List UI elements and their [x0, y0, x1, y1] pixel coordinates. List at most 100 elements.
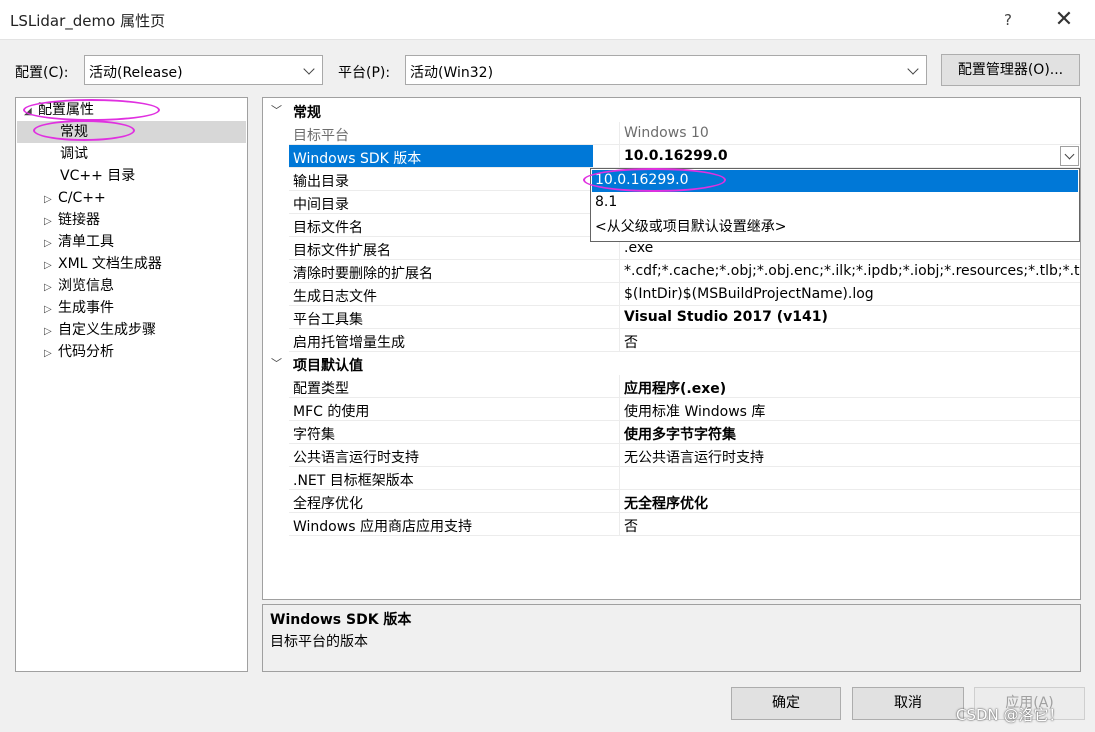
tree-item-config-properties[interactable]: ◢ 配置属性 [24, 99, 94, 121]
property-name: 生成日志文件 [293, 289, 377, 305]
property-name: 字符集 [293, 427, 335, 443]
property-value: Windows 10 [619, 122, 1080, 144]
expand-triangle-icon[interactable]: ▷ [44, 211, 58, 233]
expand-triangle-icon[interactable]: ▷ [44, 233, 58, 255]
property-name: 全程序优化 [293, 496, 363, 512]
title-bar: LSLidar_demo 属性页 ? ✕ [0, 0, 1095, 40]
category-label: 项目默认值 [293, 358, 363, 374]
property-value: 否 [619, 513, 1080, 535]
property-row[interactable]: 公共语言运行时支持 无公共语言运行时支持 [289, 444, 1080, 467]
expand-triangle-icon[interactable]: ▷ [44, 255, 58, 277]
property-value[interactable]: 10.0.16299.0 [619, 145, 1080, 167]
property-row-selected[interactable]: Windows SDK 版本 10.0.16299.0 [289, 145, 1080, 168]
chevron-down-icon[interactable]: ﹀ [271, 102, 282, 118]
tree-item-label: 清单工具 [58, 234, 114, 250]
property-row[interactable]: 启用托管增量生成 否 [289, 329, 1080, 352]
property-row[interactable]: 配置类型 应用程序(.exe) [289, 375, 1080, 398]
property-value: 无公共语言运行时支持 [619, 444, 1080, 466]
property-row[interactable]: .NET 目标框架版本 [289, 467, 1080, 490]
property-value: 使用多字节字符集 [619, 421, 1080, 443]
tree-item-label: XML 文档生成器 [58, 256, 162, 272]
property-name: 启用托管增量生成 [293, 335, 405, 351]
expand-triangle-icon[interactable]: ▷ [44, 343, 58, 365]
help-button[interactable]: ? [996, 8, 1020, 32]
property-row[interactable]: 目标平台 Windows 10 [289, 122, 1080, 145]
expand-triangle-icon[interactable]: ▷ [44, 321, 58, 343]
property-name: Windows SDK 版本 [293, 151, 422, 167]
collapse-triangle-icon[interactable]: ◢ [24, 101, 38, 123]
property-name: MFC 的使用 [293, 404, 370, 420]
expand-triangle-icon[interactable]: ▷ [44, 189, 58, 211]
config-manager-button[interactable]: 配置管理器(O)... [941, 54, 1080, 86]
watermark: CSDN @洛它！ [956, 706, 1064, 724]
chevron-down-icon [904, 59, 922, 81]
tree-item-label: 自定义生成步骤 [58, 322, 156, 338]
chevron-down-icon [300, 59, 318, 81]
tree-item-vc-directories[interactable]: VC++ 目录 [60, 165, 135, 187]
close-button[interactable]: ✕ [1050, 6, 1078, 34]
expand-triangle-icon[interactable]: ▷ [44, 299, 58, 321]
tree-item-cpp[interactable]: ▷ C/C++ [44, 187, 106, 209]
property-value: 无全程序优化 [619, 490, 1080, 512]
chevron-down-icon[interactable]: ﹀ [271, 355, 282, 371]
config-select[interactable]: 活动(Release) [84, 55, 323, 85]
tree-item-linker[interactable]: ▷ 链接器 [44, 209, 100, 231]
sdk-version-dropdown-list: 10.0.16299.0 8.1 <从父级或项目默认设置继承> [590, 168, 1080, 242]
property-row[interactable]: 平台工具集 Visual Studio 2017 (v141) [289, 306, 1080, 329]
sdk-version-dropdown-button[interactable] [1060, 146, 1079, 166]
tree-item-label: 浏览信息 [58, 278, 114, 294]
tree-item-debugging[interactable]: 调试 [60, 143, 88, 165]
property-value: Visual Studio 2017 (v141) [619, 306, 1080, 328]
tree-item-custom-build-step[interactable]: ▷ 自定义生成步骤 [44, 319, 156, 341]
property-name: .NET 目标框架版本 [293, 473, 414, 489]
property-name: Windows 应用商店应用支持 [293, 519, 472, 535]
tree-item-label: 调试 [60, 146, 88, 162]
property-name: 中间目录 [293, 197, 349, 213]
category-header-defaults[interactable]: ﹀ 项目默认值 [263, 352, 1080, 375]
ok-button[interactable]: 确定 [731, 687, 841, 720]
property-row[interactable]: MFC 的使用 使用标准 Windows 库 [289, 398, 1080, 421]
category-header-general[interactable]: ﹀ 常规 [263, 99, 1080, 122]
property-name: 输出目录 [293, 174, 349, 190]
property-row[interactable]: Windows 应用商店应用支持 否 [289, 513, 1080, 536]
property-name: 平台工具集 [293, 312, 363, 328]
cancel-button[interactable]: 取消 [852, 687, 964, 720]
platform-select[interactable]: 活动(Win32) [405, 55, 927, 85]
dropdown-option[interactable]: 10.0.16299.0 [592, 170, 1078, 192]
tree-item-browse-info[interactable]: ▷ 浏览信息 [44, 275, 114, 297]
tree-item-manifest-tool[interactable]: ▷ 清单工具 [44, 231, 114, 253]
property-name: 目标文件名 [293, 220, 363, 236]
tree-item-label: 代码分析 [58, 344, 114, 360]
property-tree: ◢ 配置属性 常规 调试 VC++ 目录 ▷ C/C++ ▷ 链接器 ▷ 清单工具 ▷ X… [15, 97, 248, 672]
property-value: 使用标准 Windows 库 [619, 398, 1080, 420]
property-row[interactable]: 生成日志文件 $(IntDir)$(MSBuildProjectName).lo… [289, 283, 1080, 306]
tree-item-code-analysis[interactable]: ▷ 代码分析 [44, 341, 114, 363]
tree-item-build-events[interactable]: ▷ 生成事件 [44, 297, 114, 319]
window-title: LSLidar_demo 属性页 [10, 12, 166, 30]
config-select-value: 活动(Release) [89, 65, 183, 81]
property-name: 目标文件扩展名 [293, 243, 391, 259]
property-row[interactable]: 字符集 使用多字节字符集 [289, 421, 1080, 444]
tree-item-label: VC++ 目录 [60, 168, 136, 184]
dropdown-option[interactable]: <从父级或项目默认设置继承> [592, 214, 1078, 236]
config-label: 配置(C): [15, 65, 69, 81]
tree-item-label: 常规 [60, 124, 88, 140]
property-value [619, 467, 1080, 489]
property-row[interactable]: 全程序优化 无全程序优化 [289, 490, 1080, 513]
property-value: 应用程序(.exe) [619, 375, 1080, 397]
description-text: 目标平台的版本 [270, 634, 368, 650]
property-name: 清除时要删除的扩展名 [293, 266, 433, 282]
tree-item-general[interactable]: 常规 [60, 121, 88, 143]
property-value: $(IntDir)$(MSBuildProjectName).log [619, 283, 1080, 305]
property-value: *.cdf;*.cache;*.obj;*.obj.enc;*.ilk;*.ip… [619, 260, 1080, 282]
platform-select-value: 活动(Win32) [410, 65, 494, 81]
expand-triangle-icon[interactable]: ▷ [44, 277, 58, 299]
tree-item-label: 配置属性 [38, 102, 94, 118]
dropdown-option[interactable]: 8.1 [592, 192, 1078, 214]
tree-item-xml-doc-generator[interactable]: ▷ XML 文档生成器 [44, 253, 162, 275]
description-panel: Windows SDK 版本 目标平台的版本 [262, 604, 1081, 672]
property-row[interactable]: 清除时要删除的扩展名 *.cdf;*.cache;*.obj;*.obj.enc… [289, 260, 1080, 283]
platform-label: 平台(P): [338, 65, 391, 81]
tree-selection-highlight [17, 121, 246, 143]
property-name: 配置类型 [293, 381, 349, 397]
